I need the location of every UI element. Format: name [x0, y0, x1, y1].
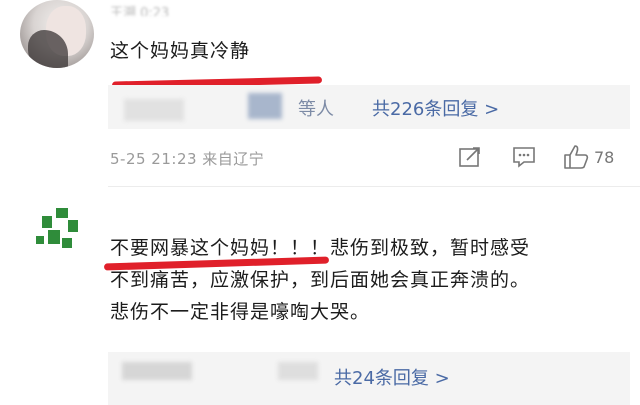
reply-count-link[interactable]: 共24条回复 >	[334, 364, 450, 390]
share-button[interactable]	[458, 144, 482, 170]
comment-text-line: 悲伤不一定非得是嚎啕大哭。	[110, 301, 371, 323]
blurred-username	[122, 362, 192, 380]
comment-text: 这个妈妈真冷静	[110, 40, 251, 62]
comment-text-line: 不要网暴这个妈妈！！！悲伤到极致，暂时感受	[110, 237, 531, 259]
avatar[interactable]	[20, 198, 94, 258]
comment-meta: 5-25 21:23 来自辽宁	[110, 150, 265, 168]
divider	[108, 186, 640, 187]
blurred-avatar	[248, 93, 282, 119]
reply-users-label: ​等人	[298, 99, 334, 120]
share-icon	[459, 147, 480, 167]
like-button[interactable]	[562, 144, 590, 170]
blurred-avatar	[124, 99, 184, 121]
comment-button[interactable]	[512, 144, 536, 170]
like-icon	[564, 145, 589, 169]
reply-count-link[interactable]: 共226条回复 >	[372, 95, 499, 121]
comment-text-line: 不到痛苦，应激保护，到后面她会真正奔溃的。	[110, 269, 531, 291]
avatar[interactable]	[20, 0, 94, 68]
username[interactable]: 王溯 0:23	[110, 2, 210, 16]
comment-icon	[513, 147, 535, 168]
like-count: 78	[594, 148, 615, 167]
reply-preview-box[interactable]: ​等人 共226条回复 >	[108, 85, 630, 129]
reply-preview-box[interactable]: 共24条回复 >	[108, 352, 630, 405]
blurred-username	[278, 362, 318, 380]
comment-text: 不要网暴这个妈妈！！！悲伤到极致，暂时感受 不到痛苦，应激保护，到后面她会真正奔…	[110, 232, 620, 328]
